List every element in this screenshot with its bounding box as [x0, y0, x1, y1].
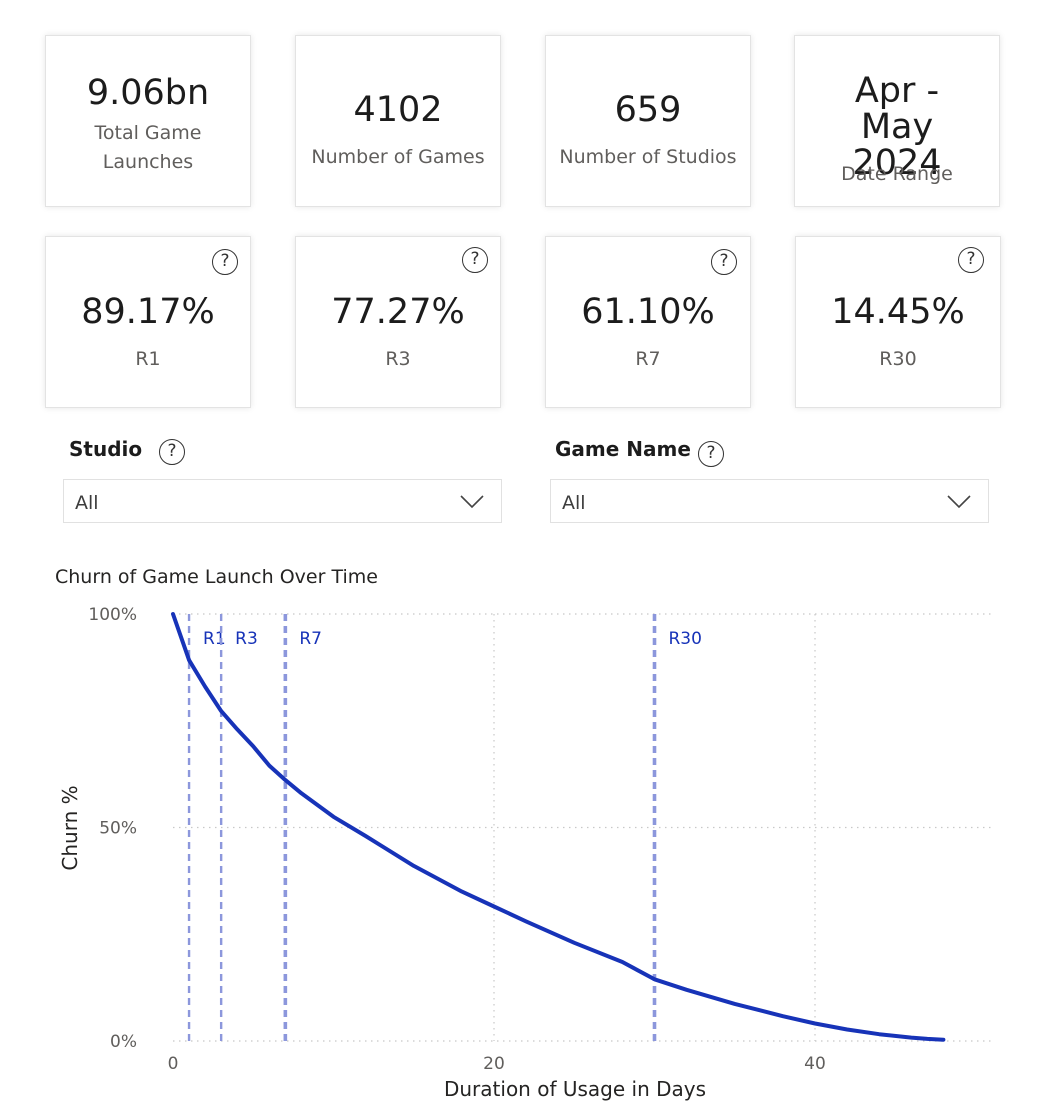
help-icon[interactable]: ?: [462, 247, 488, 273]
reference-label-r30: R30: [669, 629, 702, 649]
reference-label-r3: R3: [235, 629, 258, 649]
kpi-value: 9.06bn: [86, 73, 210, 113]
help-icon[interactable]: ?: [958, 247, 984, 273]
retention-card-r3: ? 77.27% R3: [295, 236, 501, 408]
y-axis-title: Churn %: [58, 785, 82, 870]
x-tick-label: 40: [804, 1054, 826, 1074]
y-tick-label: 0%: [110, 1032, 137, 1052]
retention-label: R30: [879, 348, 917, 370]
y-tick-label: 100%: [88, 605, 137, 625]
y-tick-label: 50%: [99, 819, 137, 839]
game-name-dropdown[interactable]: All: [550, 479, 989, 523]
x-axis-title: Duration of Usage in Days: [444, 1077, 706, 1101]
retention-card-r1: ? 89.17% R1: [45, 236, 251, 408]
churn-series-line: [171, 612, 946, 1042]
retention-label: R7: [635, 348, 661, 370]
reference-label-r7: R7: [299, 629, 322, 649]
kpi-value: 659: [614, 90, 682, 130]
kpi-label: Number of Studios: [559, 146, 737, 168]
retention-value: 14.45%: [831, 292, 965, 332]
chevron-down-icon: [460, 495, 484, 509]
help-icon[interactable]: ?: [212, 249, 238, 275]
studio-dropdown[interactable]: All: [63, 479, 502, 523]
studio-filter-title: Studio: [69, 437, 143, 461]
studio-help-icon[interactable]: ?: [159, 439, 185, 465]
kpi-value: 4102: [353, 90, 443, 130]
kpi-card-date-range: Apr - May 2024 Date Range: [794, 35, 1000, 207]
game-name-filter-title: Game Name: [555, 437, 691, 461]
x-tick-label: 0: [168, 1054, 179, 1074]
help-icon[interactable]: ?: [711, 249, 737, 275]
retention-card-r7: ? 61.10% R7: [545, 236, 751, 408]
game-name-help-icon[interactable]: ?: [698, 441, 724, 467]
retention-label: R3: [385, 348, 411, 370]
chevron-down-icon: [947, 495, 971, 509]
kpi-card-total-launches: 9.06bn Total Game Launches: [45, 35, 251, 207]
studio-dropdown-value: All: [75, 492, 99, 514]
chart-title: Churn of Game Launch Over Time: [55, 566, 378, 588]
retention-card-r30: ? 14.45% R30: [795, 236, 1001, 408]
kpi-label: Date Range: [841, 163, 953, 185]
kpi-card-number-of-studios: 659 Number of Studios: [545, 35, 751, 207]
churn-line-chart: 0% 50% 100% 0 20 40 Duration of Usage in Days C…: [58, 605, 991, 1101]
retention-value: 89.17%: [81, 292, 215, 332]
game-name-dropdown-value: All: [562, 492, 586, 514]
kpi-label: Total Game Launches: [94, 122, 202, 173]
x-tick-label: 20: [483, 1054, 505, 1074]
retention-label: R1: [135, 348, 161, 370]
retention-value: 61.10%: [581, 292, 715, 332]
kpi-label: Number of Games: [311, 146, 485, 168]
kpi-card-number-of-games: 4102 Number of Games: [295, 35, 501, 207]
retention-value: 77.27%: [331, 292, 465, 332]
